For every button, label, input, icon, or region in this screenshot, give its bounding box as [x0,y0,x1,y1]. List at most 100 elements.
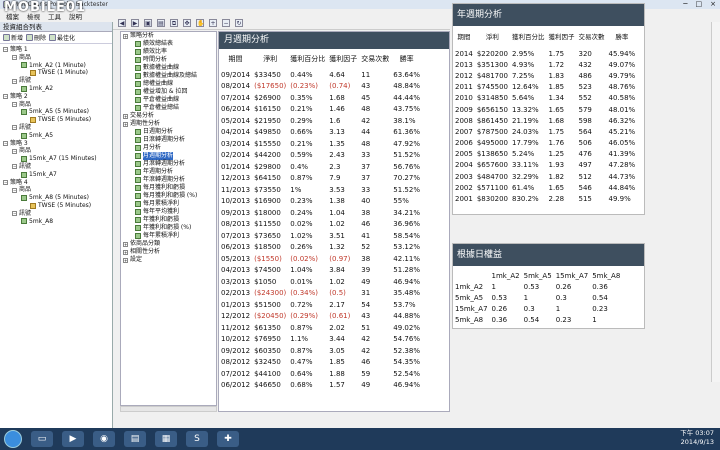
hand-icon[interactable]: ✋ [196,18,204,27]
expand-icon: − [12,148,17,154]
nav-item-label: 月分析 [143,144,162,151]
tree-item[interactable]: − 訊號 [1,210,111,218]
table-cell: 44.44% [393,93,420,102]
tree-item[interactable]: TWSE (5 Minutes) [1,116,111,124]
nav-item-label: 數據權益曲線 [143,64,180,71]
table-cell: 0.4% [290,162,309,171]
optimize-button[interactable]: 最佳化 [49,33,75,42]
nav-item-label: 每年平均獲利 [143,208,180,215]
nav-item[interactable]: + 設定 [121,256,216,264]
tree-item[interactable]: 5mk_A5 (5 Minutes) [1,108,111,116]
tree-item[interactable]: − 策略 3 [1,140,111,148]
tree-item[interactable]: − 訊號 [1,77,111,85]
tree-item[interactable]: − 訊號 [1,163,111,171]
tree-item[interactable]: 15mk_A7 (15 Minutes) [1,155,111,163]
vertical-scrollbar[interactable] [711,22,720,382]
tree-item[interactable]: − 商品 [1,186,111,194]
table-row: 11/2012 $61350 0.87% 2.02 51 49.02% [219,322,422,334]
nav-item[interactable]: 每年累積淨利 [121,232,216,240]
add-button[interactable]: 新增 [3,33,23,42]
tree-item[interactable]: 5mk_A8 (5 Minutes) [1,194,111,202]
tree-item[interactable]: 5mk_A5 [1,132,111,140]
corr-row: 5mk_A5 0.53 1 0.3 0.54 [453,292,622,303]
tree-item[interactable]: − 商品 [1,101,111,109]
delete-button[interactable]: 刪除 [26,33,46,42]
nav-item[interactable]: 年滾轉週期分析 [121,176,216,184]
table-cell: 38.1% [393,116,416,125]
nav-item[interactable]: + 策略分析 [121,32,216,40]
nav-item[interactable]: 數據權益曲線 [121,64,216,72]
tree-item[interactable]: 15mk_A7 [1,171,111,179]
nav-item[interactable]: 年獲利和虧損 [121,216,216,224]
nav-item[interactable]: + 交易分析 [121,112,216,120]
nav-item[interactable]: + 依商品分類 [121,240,216,248]
forward-icon[interactable]: ▶ [131,18,139,27]
print-icon[interactable]: ▤ [157,18,165,27]
zoom-in-icon[interactable]: + [209,18,217,27]
nav-item[interactable]: 績效比率 [121,48,216,56]
tree-item[interactable]: 1mk_A2 (1 Minute) [1,62,111,70]
nav-item[interactable]: 數據權益曲線及總結 [121,72,216,80]
table-cell: 08/2012 [221,358,251,367]
table-cell: 2014 [455,49,473,58]
tree-item[interactable]: TWSE (1 Minute) [1,69,111,77]
zoom-out-icon[interactable]: − [222,18,230,27]
corr-cell: 0.54 [523,315,540,324]
nav-item[interactable]: 每月獲利和虧損 [121,184,216,192]
portfolio-app-icon[interactable]: ✚ [217,431,239,447]
tree-item[interactable]: − 商品 [1,147,111,155]
tree-item[interactable]: − 商品 [1,54,111,62]
nav-item[interactable]: 總權益曲線 [121,80,216,88]
tree-item[interactable]: − 策略 1 [1,46,111,54]
table-cell: 01/2014 [221,162,251,171]
close-button[interactable]: × [710,0,716,10]
column-header: 交易次數 [578,32,605,41]
app-icon-2[interactable]: ▤ [124,431,146,447]
tree-item[interactable]: − 策略 2 [1,93,111,101]
nav-item[interactable]: 月分析 [121,144,216,152]
nav-item[interactable]: 年獲利和虧損 (%) [121,224,216,232]
nav-item[interactable]: 日週期分析 [121,128,216,136]
tree-item[interactable]: 5mk_A8 [1,218,111,226]
folder-icon[interactable]: ▦ [155,431,177,447]
nav-item[interactable]: 績效總結表 [121,40,216,48]
nav-item[interactable]: 年週期分析 [121,168,216,176]
refresh-icon[interactable]: ↻ [235,18,243,27]
back-icon[interactable]: ◀ [118,18,126,27]
nav-item[interactable]: + 相關性分析 [121,248,216,256]
tree-item[interactable]: − 訊號 [1,124,111,132]
skype-icon[interactable]: S [186,431,208,447]
nav-item[interactable]: 月滾轉週期分析 [121,160,216,168]
nav-item[interactable]: 月週期分析 [121,152,216,160]
tree-item[interactable]: 1mk_A2 [1,85,111,93]
nav-item[interactable]: 日滾轉週期分析 [121,136,216,144]
tree-item-label: 策略 2 [10,92,28,100]
table-cell: 49.79% [608,71,636,80]
nav-item[interactable]: + 週期性分析 [121,120,216,128]
copy-icon[interactable]: ⧉ [170,18,178,27]
maximize-button[interactable]: □ [696,0,703,10]
nav-item-label: 每月獲利和虧損 (%) [143,192,198,199]
tree-item-label: 訊號 [19,123,32,131]
media-icon[interactable]: ▶ [62,431,84,447]
nav-item[interactable]: 每月累積淨利 [121,200,216,208]
nav-item[interactable]: 平倉權益曲線 [121,96,216,104]
nav-horizontal-scrollbar[interactable] [120,406,217,412]
table-row: 10/2012 $76950 1.1% 3.44 42 54.76% [219,334,422,346]
explorer-icon[interactable]: ▭ [31,431,53,447]
table-cell: 2009 [455,105,473,114]
start-button[interactable] [4,430,22,448]
save-icon[interactable]: ▣ [144,18,152,27]
nav-item[interactable]: 權益增加 & 拉回 [121,88,216,96]
nav-item[interactable]: 每年平均獲利 [121,208,216,216]
nav-item[interactable]: 平倉權益總結 [121,104,216,112]
minimize-button[interactable]: ─ [683,0,687,10]
column-header: 期間 [228,55,243,63]
cursor-icon[interactable]: ✥ [183,18,191,27]
nav-item[interactable]: 時間分析 [121,56,216,64]
tree-item[interactable]: TWSE (5 Minutes) [1,202,111,210]
tree-item[interactable]: − 策略 4 [1,179,111,187]
chrome-icon[interactable]: ◉ [93,431,115,447]
tree-item-label: 1mk_A2 (1 Minute) [29,61,86,69]
nav-item[interactable]: 每月獲利和虧損 (%) [121,192,216,200]
